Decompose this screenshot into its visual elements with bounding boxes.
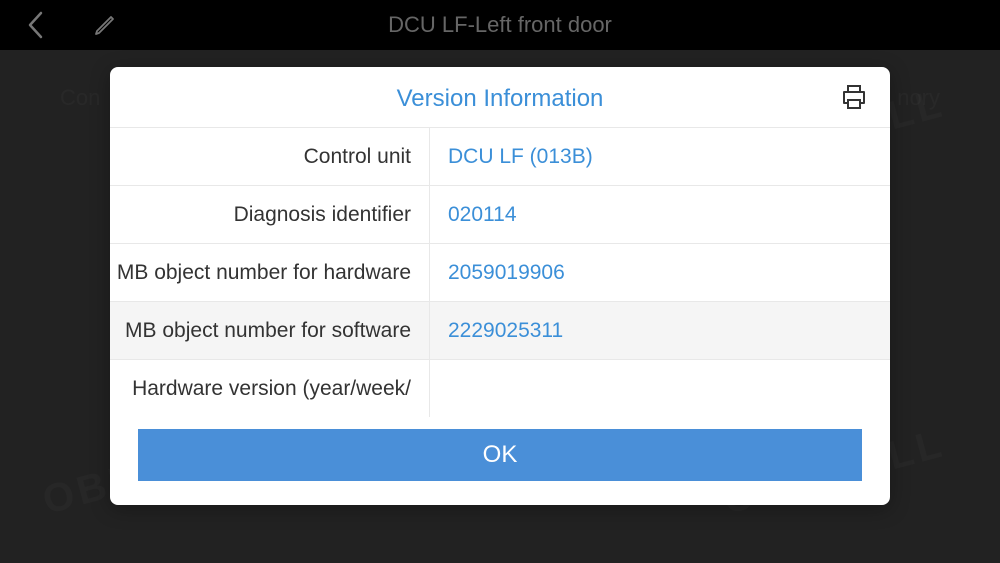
print-button[interactable] [838, 81, 870, 113]
printer-icon [840, 83, 868, 111]
row-value: DCU LF (013B) [430, 145, 890, 169]
row-label: MB object number for hardware [110, 244, 430, 301]
row-value: 2059019906 [430, 261, 890, 285]
modal-title: Version Information [397, 85, 604, 113]
modal-header: Version Information [110, 67, 890, 127]
row-label: Diagnosis identifier [110, 186, 430, 243]
page-title: DCU LF-Left front door [388, 12, 612, 38]
table-row: MB object number for hardware 2059019906 [110, 244, 890, 302]
version-info-modal: Version Information Control unit DCU LF … [110, 67, 890, 505]
edit-button[interactable] [90, 10, 120, 40]
chevron-left-icon [27, 11, 43, 39]
table-row: Control unit DCU LF (013B) [110, 128, 890, 186]
back-button[interactable] [20, 10, 50, 40]
info-table: Control unit DCU LF (013B) Diagnosis ide… [110, 127, 890, 417]
app-header: DCU LF-Left front door [0, 0, 1000, 50]
table-row: Hardware version (year/week/ [110, 360, 890, 417]
row-value: 2229025311 [430, 319, 890, 343]
modal-overlay: Version Information Control unit DCU LF … [0, 50, 1000, 563]
table-row: Diagnosis identifier 020114 [110, 186, 890, 244]
row-label: MB object number for software [110, 302, 430, 359]
row-label: Control unit [110, 128, 430, 185]
table-row: MB object number for software 2229025311 [110, 302, 890, 360]
ok-button[interactable]: OK [138, 429, 862, 481]
pencil-icon [93, 13, 117, 37]
row-label: Hardware version (year/week/ [110, 360, 430, 417]
row-value: 020114 [430, 203, 890, 227]
modal-footer: OK [110, 417, 890, 505]
